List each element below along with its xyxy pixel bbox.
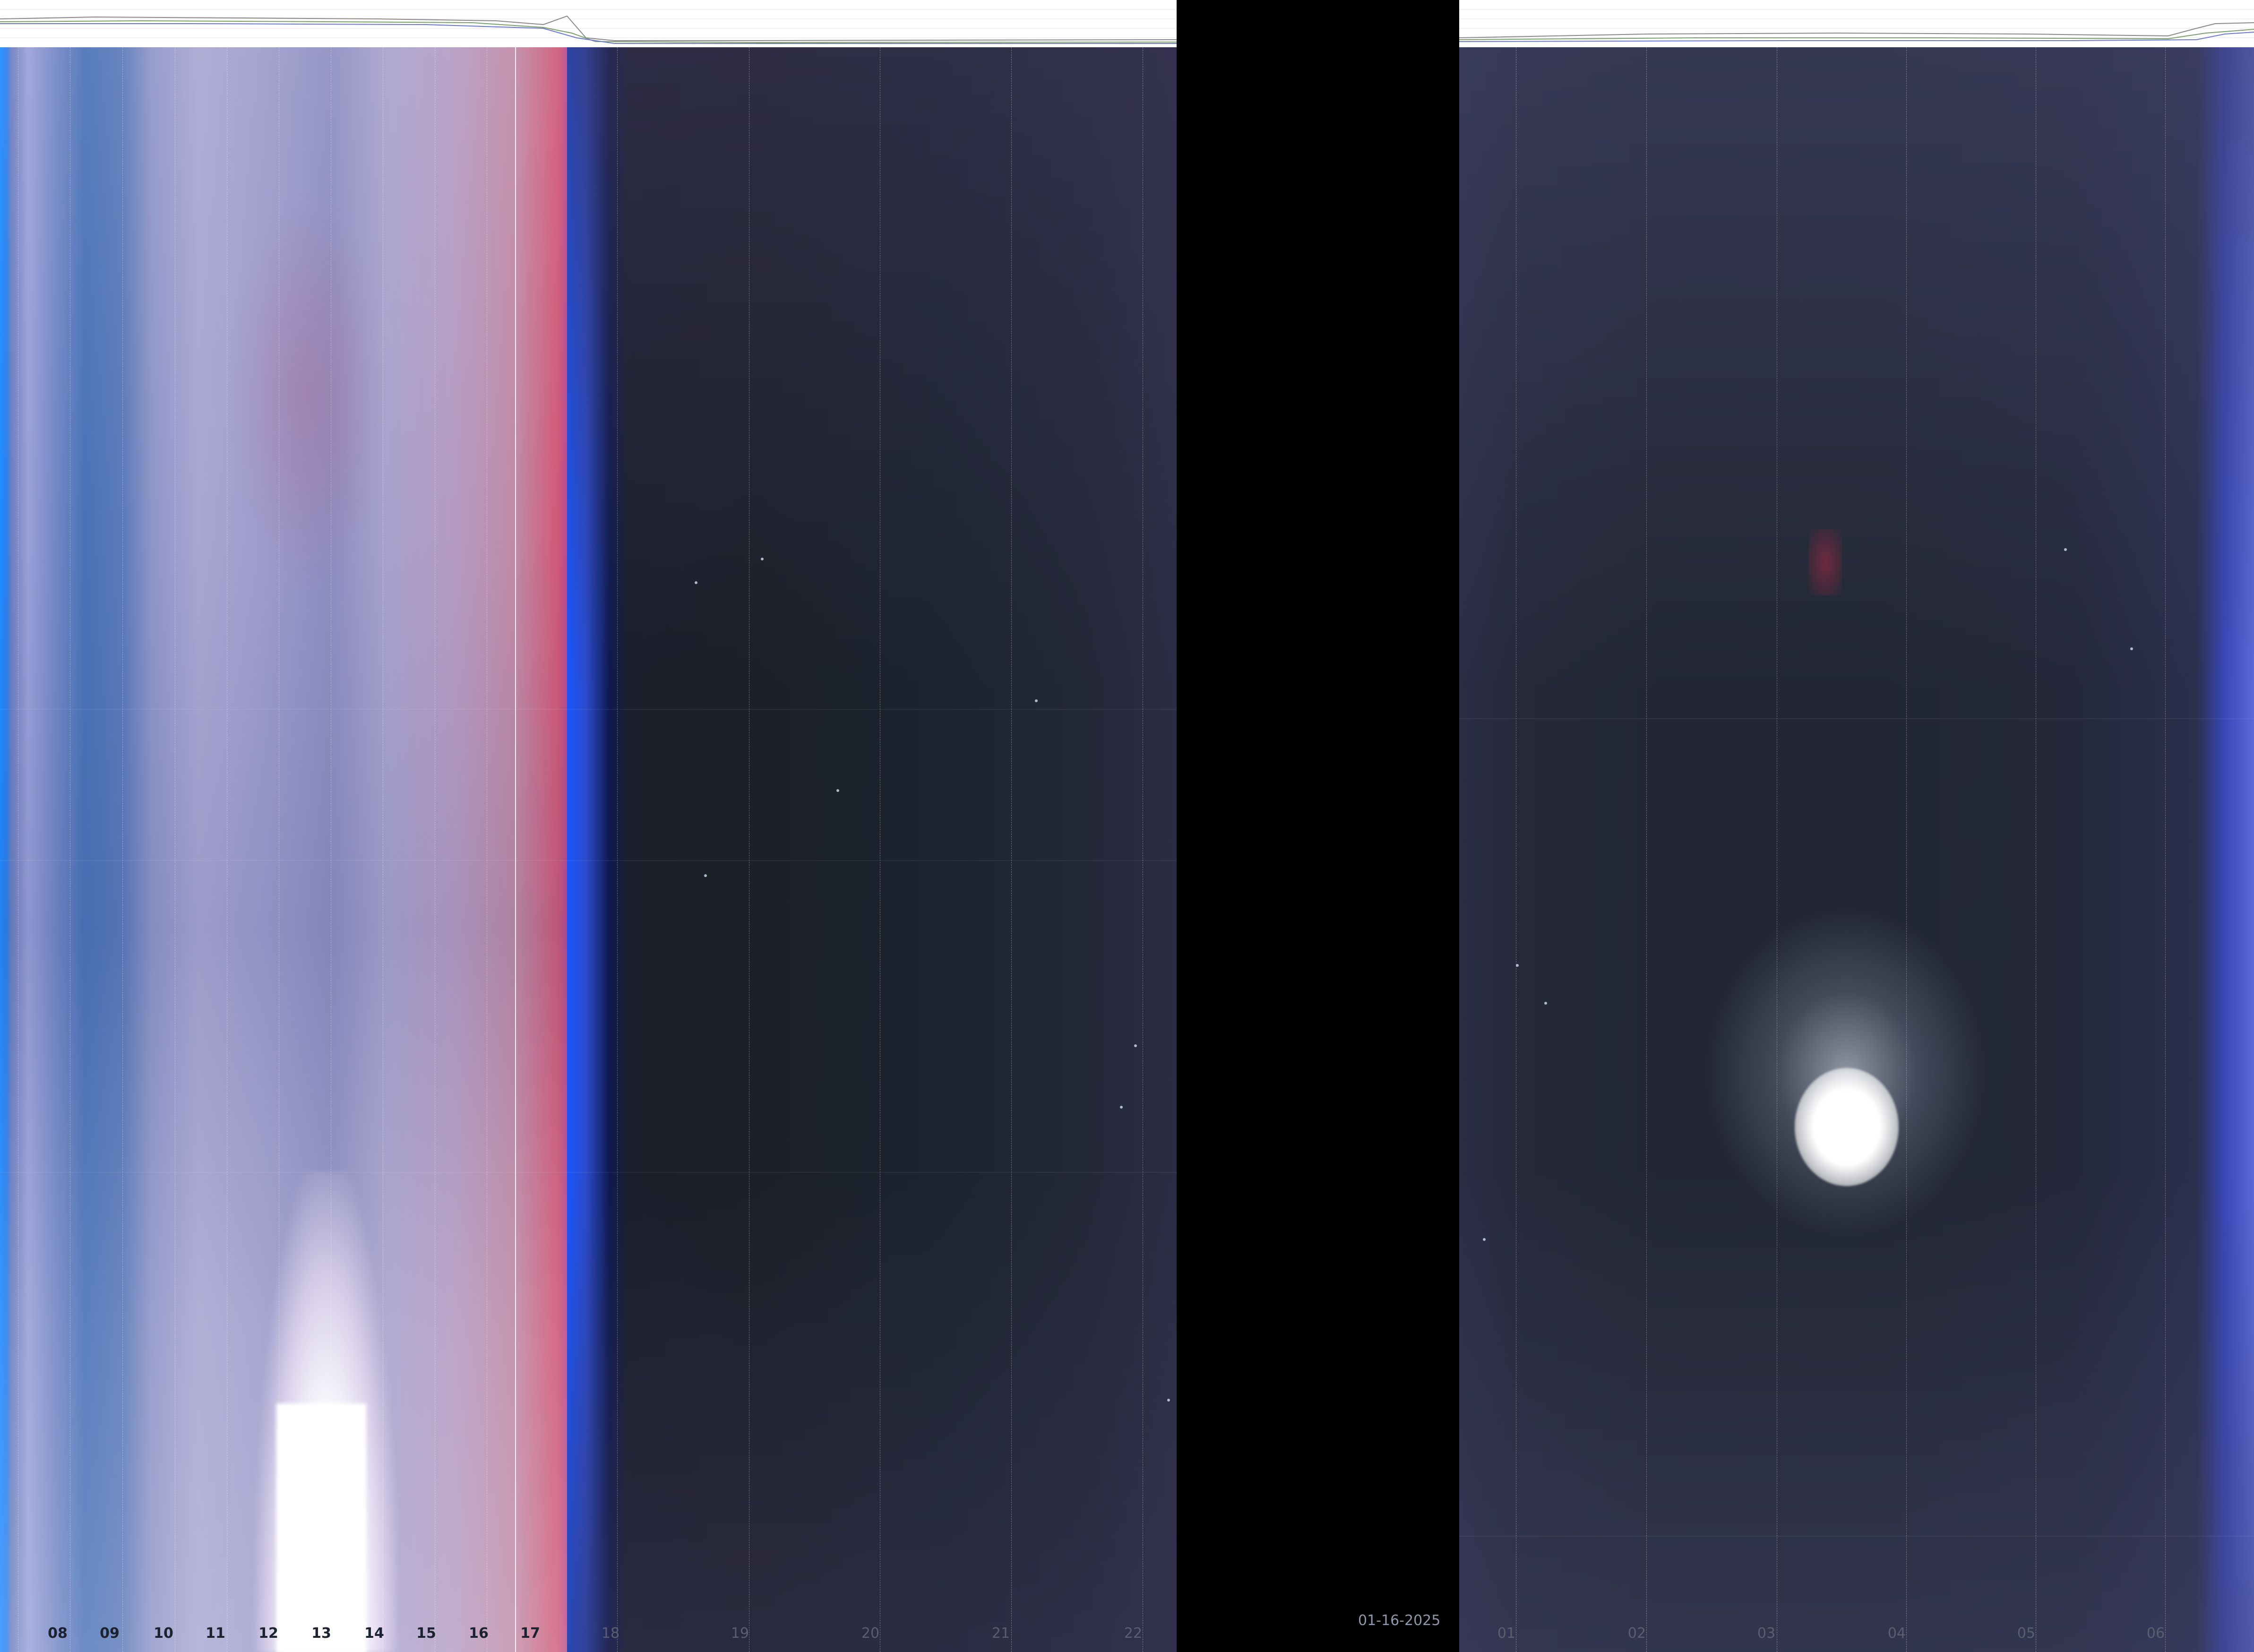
star-trace (1134, 1044, 1137, 1047)
hour-label: 11 (206, 1625, 225, 1642)
date-label: 01-16-2025 (1358, 1612, 1441, 1629)
hour-label: 08 (48, 1625, 68, 1642)
hour-label: 05 (2017, 1625, 2036, 1642)
hour-gridline (18, 47, 19, 1652)
star-trace (704, 874, 707, 877)
star-trace (1035, 699, 1038, 702)
hour-label: 02 (1627, 1625, 1646, 1642)
hour-label: 01 (1497, 1625, 1516, 1642)
hour-label: 17 (520, 1625, 540, 1642)
hour-label: 15 (416, 1625, 436, 1642)
keogram-image-left (0, 47, 1177, 1652)
night-region-right (1459, 47, 2254, 1652)
keogram-panel-right: 00 01 02 03 04 05 06 (1459, 0, 2254, 1652)
horizontal-artifact (1459, 1536, 2254, 1537)
brightness-strip-right-graph (1459, 9, 2254, 42)
hour-label: 04 (1887, 1625, 1906, 1642)
hour-gridline (1143, 47, 1144, 1652)
hour-gridline (331, 47, 332, 1652)
star-trace (1120, 1106, 1123, 1109)
keogram-panel-left: 08 09 10 11 12 13 14 15 16 17 18 19 20 2… (0, 0, 1177, 1652)
hour-label: 00 (1459, 1625, 1463, 1642)
hour-gridline (1906, 47, 1907, 1652)
hour-gridline (435, 47, 436, 1652)
hour-gridline (175, 47, 176, 1652)
red-artifact (1809, 529, 1842, 595)
hour-gridline (383, 47, 384, 1652)
hour-label: 03 (1757, 1625, 1776, 1642)
horizontal-artifact (0, 709, 1177, 710)
hour-gridline (515, 47, 516, 1652)
hour-gridline (2036, 47, 2037, 1652)
hour-gridline (1011, 47, 1012, 1652)
star-trace (1167, 1399, 1170, 1402)
hour-label: 10 (154, 1625, 173, 1642)
hour-gridline (2165, 47, 2166, 1652)
hour-gridline (617, 47, 618, 1652)
horizontal-artifact (1459, 718, 2254, 719)
horizontal-artifact (0, 1172, 1177, 1173)
night-region-left (567, 47, 1177, 1652)
hour-label: 20 (861, 1625, 880, 1642)
hour-gridline (487, 47, 488, 1652)
star-trace (1544, 1002, 1547, 1005)
hour-label: 12 (258, 1625, 278, 1642)
hour-gridline (227, 47, 228, 1652)
horizontal-artifact (0, 860, 1177, 861)
haze-glow (227, 189, 387, 595)
hour-gridline (122, 47, 123, 1652)
star-trace (2064, 548, 2067, 551)
moon (1795, 1068, 1899, 1186)
brightness-strip-left-graph (0, 9, 1177, 44)
star-trace (695, 581, 697, 584)
hour-label: 19 (731, 1625, 749, 1642)
hour-label: 13 (311, 1625, 331, 1642)
hour-gridline (1516, 47, 1517, 1652)
missing-data-gap (1177, 0, 1459, 1652)
hour-gridline (70, 47, 71, 1652)
star-trace (836, 789, 839, 792)
brightness-strip-right (1459, 0, 2254, 48)
hour-gridline (880, 47, 881, 1652)
hour-label: 14 (364, 1625, 384, 1642)
star-trace (2130, 647, 2133, 650)
brightness-strip-left (0, 0, 1177, 48)
hour-label: 22 (1124, 1625, 1143, 1642)
hour-label: 16 (469, 1625, 489, 1642)
hour-label: 09 (100, 1625, 120, 1642)
sun-core (276, 1403, 366, 1652)
keogram-image-right (1459, 47, 2254, 1652)
star-trace (761, 558, 764, 560)
hour-label: 18 (601, 1625, 620, 1642)
hour-gridline (279, 47, 280, 1652)
hour-label: 06 (2146, 1625, 2165, 1642)
hour-label: 21 (991, 1625, 1010, 1642)
star-trace (1483, 1238, 1486, 1241)
hour-gridline (1646, 47, 1647, 1652)
hour-gridline (1777, 47, 1778, 1652)
hour-gridline (749, 47, 750, 1652)
